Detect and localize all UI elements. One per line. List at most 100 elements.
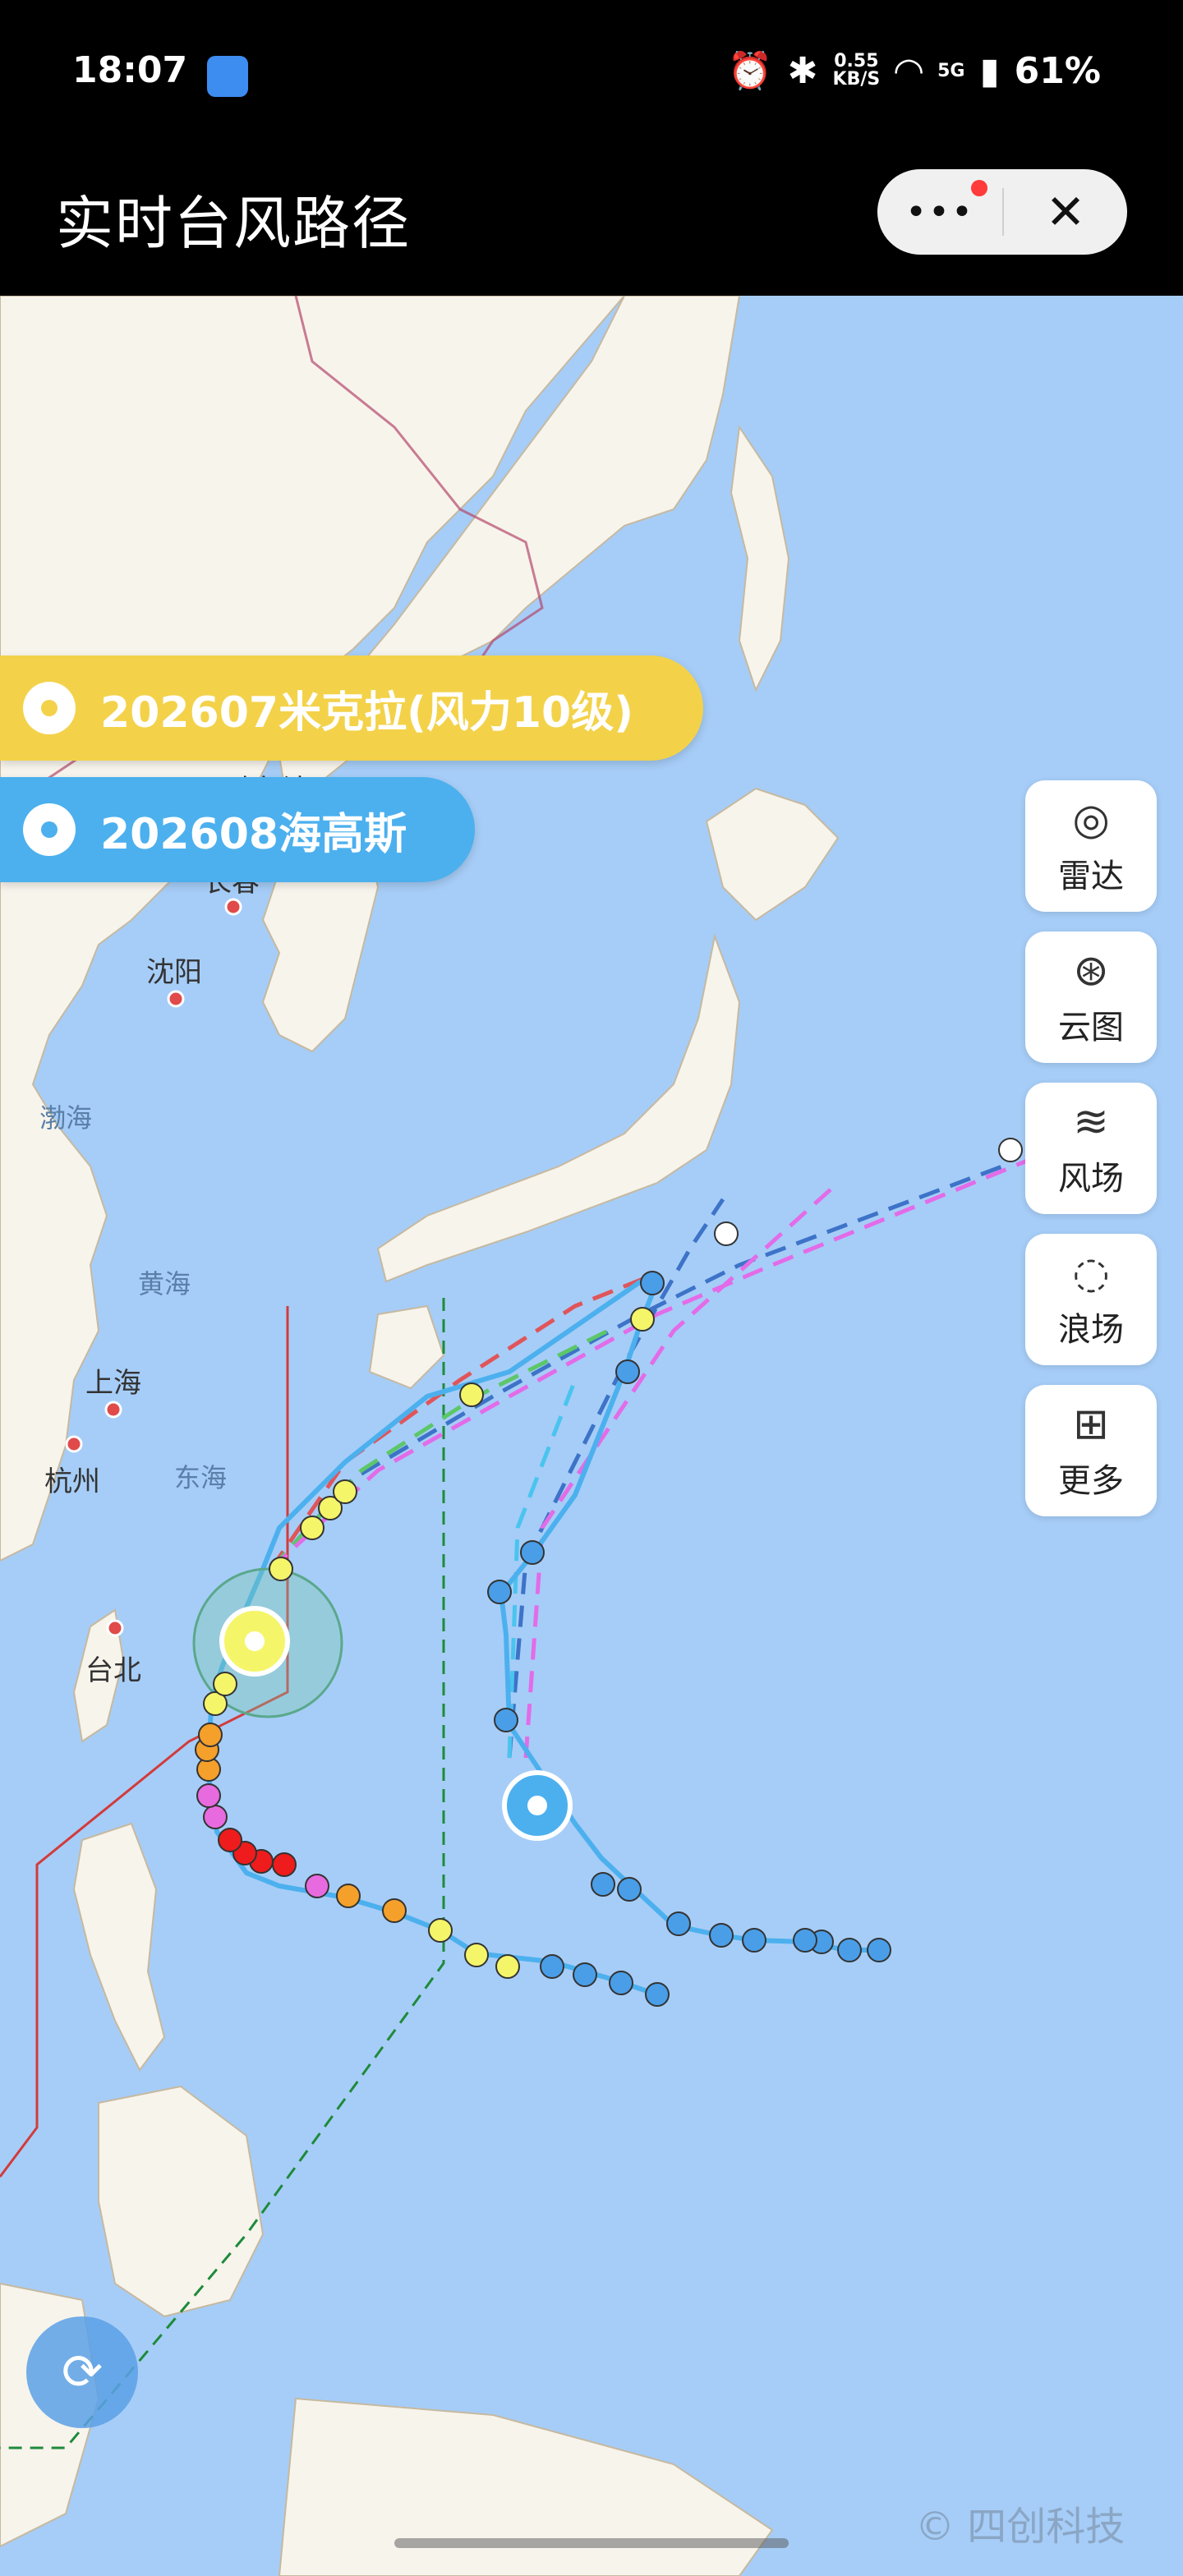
city-label-shenyang: 沈阳 — [146, 956, 202, 989]
land-luzon — [72, 1822, 166, 2072]
mikla-point — [333, 1479, 357, 1504]
status-time: 18:07 — [72, 49, 188, 91]
land-honshu — [376, 933, 741, 1283]
tool-more[interactable]: ⊞ 更多 — [1025, 1385, 1157, 1516]
wifi-icon: ◠ — [895, 49, 923, 92]
notification-dot — [971, 179, 987, 196]
haigos-point — [591, 1872, 615, 1897]
alarm-icon: ⏰ — [727, 50, 773, 92]
land-kyushu — [368, 1304, 445, 1390]
mikla-point — [300, 1516, 325, 1540]
city-marker-changchun — [224, 898, 242, 916]
radar-icon: ◎ — [1072, 795, 1110, 844]
mikla-point — [609, 1971, 633, 1995]
land-layer — [0, 296, 840, 2576]
city-marker-hangzhou — [65, 1435, 83, 1453]
sea-label-yellow-sea: 黄海 — [138, 1268, 191, 1300]
haigos-point — [867, 1938, 891, 1962]
status-bar: 18:07 ⏰ ✱ 0.55 KB/S ◠ 5G ▮ 61% — [0, 0, 1183, 148]
typhoon-map[interactable]: 哈尔滨 长春 沈阳 上海 杭州 台北 渤海 黄海 东海 202607米克拉(风力… — [0, 296, 1183, 2576]
haigos-point — [666, 1911, 691, 1936]
more-button[interactable]: ••• — [877, 179, 1002, 233]
mikla-point — [198, 1723, 223, 1747]
forecast-layer — [269, 1115, 1135, 1759]
typhoon-pill-haigos[interactable]: 202608海高斯 — [0, 777, 475, 882]
tool-label: 风场 — [1058, 1160, 1124, 1198]
typhoon-pill-mikla[interactable]: 202607米克拉(风力10级) — [0, 656, 703, 761]
land-papua — [278, 2397, 774, 2576]
haigos-point — [617, 1877, 642, 1902]
home-indicator[interactable] — [394, 2538, 789, 2548]
refresh-icon: ⟳ — [61, 2344, 104, 2401]
more-dots-icon: ••• — [905, 191, 974, 233]
more-grid-icon: ⊞ — [1073, 1400, 1109, 1449]
mikla-point — [203, 1805, 228, 1829]
city-marker-shenyang — [167, 990, 185, 1008]
speed-unit: KB/S — [832, 69, 881, 90]
city-label-taipei: 台北 — [85, 1654, 141, 1687]
tool-label: 云图 — [1058, 1009, 1124, 1046]
haigos-point — [615, 1359, 640, 1384]
mikla-point — [428, 1918, 453, 1943]
haigos-current — [502, 1770, 573, 1841]
mikla-point — [630, 1307, 655, 1332]
mikla-point — [269, 1557, 293, 1581]
typhoon-label: 202608海高斯 — [100, 809, 407, 859]
tool-wave[interactable]: ◌ 浪场 — [1025, 1234, 1157, 1365]
city-marker-shanghai — [104, 1401, 122, 1419]
haigos-point — [709, 1923, 734, 1948]
network-speed: 0.55 KB/S — [833, 53, 881, 89]
tool-wind[interactable]: ≋ 风场 — [1025, 1083, 1157, 1214]
typhoon-icon — [23, 682, 76, 734]
mikla-point — [213, 1672, 237, 1696]
land-philippines-south — [98, 2085, 265, 2318]
track-haigos — [498, 1280, 879, 1953]
wind-icon: ≋ — [1073, 1097, 1109, 1147]
mikla-point — [640, 1271, 665, 1295]
signal-icon: ▮ — [979, 49, 1000, 92]
satellite-icon: ⊛ — [1073, 946, 1109, 996]
tool-label: 更多 — [1058, 1462, 1124, 1500]
mikla-point — [382, 1898, 407, 1923]
tool-radar[interactable]: ◎ 雷达 — [1025, 780, 1157, 912]
city-label-hangzhou: 杭州 — [44, 1465, 100, 1498]
wave-icon: ◌ — [1072, 1249, 1110, 1298]
close-button[interactable]: ✕ — [1004, 184, 1127, 240]
bluetooth-icon: ✱ — [787, 49, 818, 92]
typhoon-icon — [23, 803, 76, 856]
mikla-point — [714, 1221, 739, 1246]
city-marker-taipei — [106, 1619, 124, 1637]
tool-label: 浪场 — [1058, 1311, 1124, 1349]
tool-label: 雷达 — [1058, 858, 1124, 895]
close-icon: ✕ — [1045, 184, 1086, 240]
land-sakhalin — [730, 425, 790, 692]
refresh-button[interactable]: ⟳ — [26, 2316, 138, 2428]
haigos-point — [837, 1938, 862, 1962]
haigos-point — [520, 1540, 545, 1565]
mikla-point — [464, 1943, 489, 1967]
mikla-point — [540, 1954, 564, 1979]
haigos-point — [793, 1928, 817, 1953]
battery-level: 61% — [1014, 49, 1101, 92]
weather-app-icon — [207, 56, 248, 97]
mikla-point — [196, 1783, 221, 1808]
watermark: © 四创科技 — [915, 2504, 1125, 2550]
mikla-point — [645, 1982, 670, 2007]
mikla-point — [305, 1874, 329, 1898]
mikla-current — [219, 1606, 290, 1677]
mikla-point — [495, 1954, 520, 1979]
haigos-point — [494, 1708, 518, 1732]
tool-satellite[interactable]: ⊛ 云图 — [1025, 932, 1157, 1063]
mikla-point — [336, 1884, 361, 1908]
mikla-point — [459, 1382, 484, 1407]
mikla-point — [272, 1852, 297, 1877]
haigos-point — [487, 1580, 512, 1604]
mikla-point — [218, 1828, 242, 1852]
city-label-shanghai: 上海 — [85, 1367, 141, 1400]
map-canvas — [0, 296, 1135, 2576]
mikla-point — [998, 1138, 1023, 1162]
network-type: 5G — [937, 60, 965, 81]
page-title: 实时台风路径 — [56, 190, 411, 257]
typhoon-label: 202607米克拉(风力10级) — [100, 688, 633, 738]
status-indicators: ⏰ ✱ 0.55 KB/S ◠ 5G ▮ 61% — [727, 49, 1101, 93]
